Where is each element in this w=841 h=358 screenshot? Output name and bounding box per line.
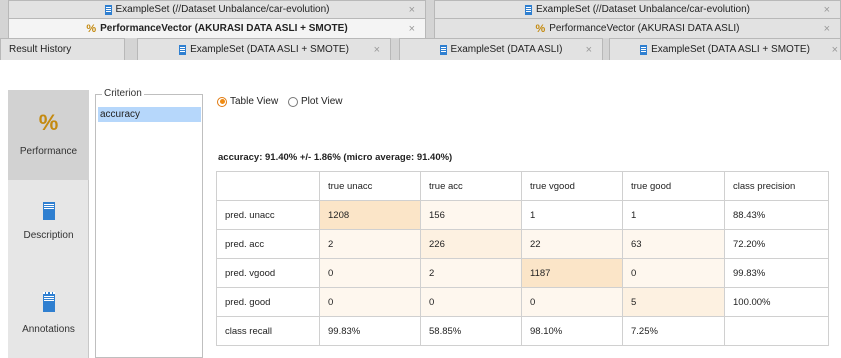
table-cell: 1187 xyxy=(521,258,623,288)
tab-label: Result History xyxy=(9,44,72,55)
row-label-cell: pred. good xyxy=(216,287,320,317)
table-cell: 1 xyxy=(521,200,623,230)
table-header-cell: class precision xyxy=(724,171,829,201)
sidebar-item-label: Annotations xyxy=(22,324,75,335)
tab-exampleset-smote-2[interactable]: ExampleSet (DATA ASLI + SMOTE) × xyxy=(609,38,841,60)
sidebar-item-annotations[interactable]: Annotations xyxy=(8,270,89,358)
row-label-cell: pred. unacc xyxy=(216,200,320,230)
tab-label: ExampleSet (DATA ASLI) xyxy=(450,44,563,55)
table-cell: 2 xyxy=(420,258,522,288)
percent-icon: % xyxy=(38,110,59,135)
tab-result-history[interactable]: Result History xyxy=(0,38,125,60)
criterion-legend: Criterion xyxy=(102,88,144,99)
table-cell: 0 xyxy=(622,258,725,288)
close-icon[interactable]: × xyxy=(586,44,592,56)
tab-row-2: % PerformanceVector (AKURASI DATA ASLI +… xyxy=(0,18,841,38)
table-cell: 1208 xyxy=(319,200,421,230)
confusion-matrix-table: true unacc true acc true vgood true good… xyxy=(216,171,829,346)
table-cell: 7.25% xyxy=(622,316,725,346)
table-cell: 226 xyxy=(420,229,522,259)
description-icon xyxy=(42,202,55,220)
row-label-cell: pred. vgood xyxy=(216,258,320,288)
table-cell: 58.85% xyxy=(420,316,522,346)
table-cell: 0 xyxy=(319,287,421,317)
table-cell: 5 xyxy=(622,287,725,317)
tab-exampleset-smote-1[interactable]: ExampleSet (DATA ASLI + SMOTE) × xyxy=(137,38,391,60)
table-header-cell: true good xyxy=(622,171,725,201)
table-header-cell: true vgood xyxy=(521,171,623,201)
close-icon[interactable]: × xyxy=(409,23,415,35)
table-row: class recall 99.83% 58.85% 98.10% 7.25% xyxy=(216,316,829,346)
table-cell: 99.83% xyxy=(319,316,421,346)
table-cell: 0 xyxy=(420,287,522,317)
sidebar-item-description[interactable]: Description xyxy=(8,180,89,270)
tab-exampleset-car-evolution-2[interactable]: ExampleSet (//Dataset Unbalance/car-evol… xyxy=(434,0,841,18)
table-cell: 1 xyxy=(622,200,725,230)
row-label-cell: pred. acc xyxy=(216,229,320,259)
close-icon[interactable]: × xyxy=(824,4,830,16)
radio-label: Table View xyxy=(230,96,279,107)
close-icon[interactable]: × xyxy=(374,44,380,56)
criterion-item-accuracy[interactable]: accuracy xyxy=(98,107,201,122)
close-icon[interactable]: × xyxy=(832,44,838,56)
criterion-panel: Criterion accuracy xyxy=(95,88,203,358)
table-row: pred. unacc 1208 156 1 1 88.43% xyxy=(216,200,829,230)
table-cell: 100.00% xyxy=(724,287,829,317)
tab-label: ExampleSet (//Dataset Unbalance/car-evol… xyxy=(115,4,330,15)
tab-performance-smote[interactable]: % PerformanceVector (AKURASI DATA ASLI +… xyxy=(8,18,426,38)
table-header-cell xyxy=(216,171,320,201)
document-icon xyxy=(104,4,112,15)
tab-label: ExampleSet (DATA ASLI + SMOTE) xyxy=(651,44,810,55)
table-cell: 98.10% xyxy=(521,316,623,346)
sidebar-item-performance[interactable]: % Performance xyxy=(8,90,89,180)
plot-view-radio[interactable]: Plot View xyxy=(288,96,343,107)
radio-unselected-icon xyxy=(288,96,298,107)
document-icon xyxy=(525,4,532,15)
tab-label: PerformanceVector (AKURASI DATA ASLI) xyxy=(549,23,740,34)
tab-performance-asli[interactable]: % PerformanceVector (AKURASI DATA ASLI) … xyxy=(434,18,841,38)
sidebar-item-label: Performance xyxy=(19,146,78,157)
annotations-icon xyxy=(42,292,55,312)
document-icon xyxy=(640,44,648,55)
tab-row-1: ExampleSet (//Dataset Unbalance/car-evol… xyxy=(0,0,841,18)
radio-selected-icon xyxy=(217,96,227,107)
table-cell: 0 xyxy=(521,287,623,317)
table-row: pred. good 0 0 0 5 100.00% xyxy=(216,287,829,317)
table-cell: 22 xyxy=(521,229,623,259)
table-header-row: true unacc true acc true vgood true good… xyxy=(216,171,829,201)
percent-icon: % xyxy=(86,22,97,35)
tab-label: ExampleSet (DATA ASLI + SMOTE) xyxy=(190,44,349,55)
percent-icon: % xyxy=(535,22,546,35)
performance-summary: accuracy: 91.40% +/- 1.86% (micro averag… xyxy=(218,152,453,163)
tab-label: PerformanceVector (AKURASI DATA ASLI + S… xyxy=(100,23,348,34)
table-row: pred. vgood 0 2 1187 0 99.83% xyxy=(216,258,829,288)
document-icon xyxy=(439,44,447,55)
document-icon xyxy=(179,44,187,55)
view-sidebar: % Performance Description Annotations xyxy=(8,90,89,358)
table-cell: 72.20% xyxy=(724,229,829,259)
table-cell: 156 xyxy=(420,200,522,230)
close-icon[interactable]: × xyxy=(409,4,415,16)
table-view-radio[interactable]: Table View xyxy=(217,96,278,107)
sidebar-item-label: Description xyxy=(23,230,74,241)
table-cell: 2 xyxy=(319,229,421,259)
table-cell xyxy=(724,316,829,346)
table-cell: 0 xyxy=(319,258,421,288)
radio-label: Plot View xyxy=(301,96,343,107)
row-label-cell: class recall xyxy=(216,316,320,346)
table-header-cell: true unacc xyxy=(319,171,421,201)
tab-exampleset-car-evolution-1[interactable]: ExampleSet (//Dataset Unbalance/car-evol… xyxy=(8,0,426,18)
tab-label: ExampleSet (//Dataset Unbalance/car-evol… xyxy=(536,4,750,15)
close-icon[interactable]: × xyxy=(824,23,830,35)
table-cell: 99.83% xyxy=(724,258,829,288)
tab-row-3: Result History ExampleSet (DATA ASLI + S… xyxy=(0,38,841,60)
table-cell: 88.43% xyxy=(724,200,829,230)
tab-exampleset-asli[interactable]: ExampleSet (DATA ASLI) × xyxy=(399,38,603,60)
table-header-cell: true acc xyxy=(420,171,522,201)
table-row: pred. acc 2 226 22 63 72.20% xyxy=(216,229,829,259)
table-cell: 63 xyxy=(622,229,725,259)
